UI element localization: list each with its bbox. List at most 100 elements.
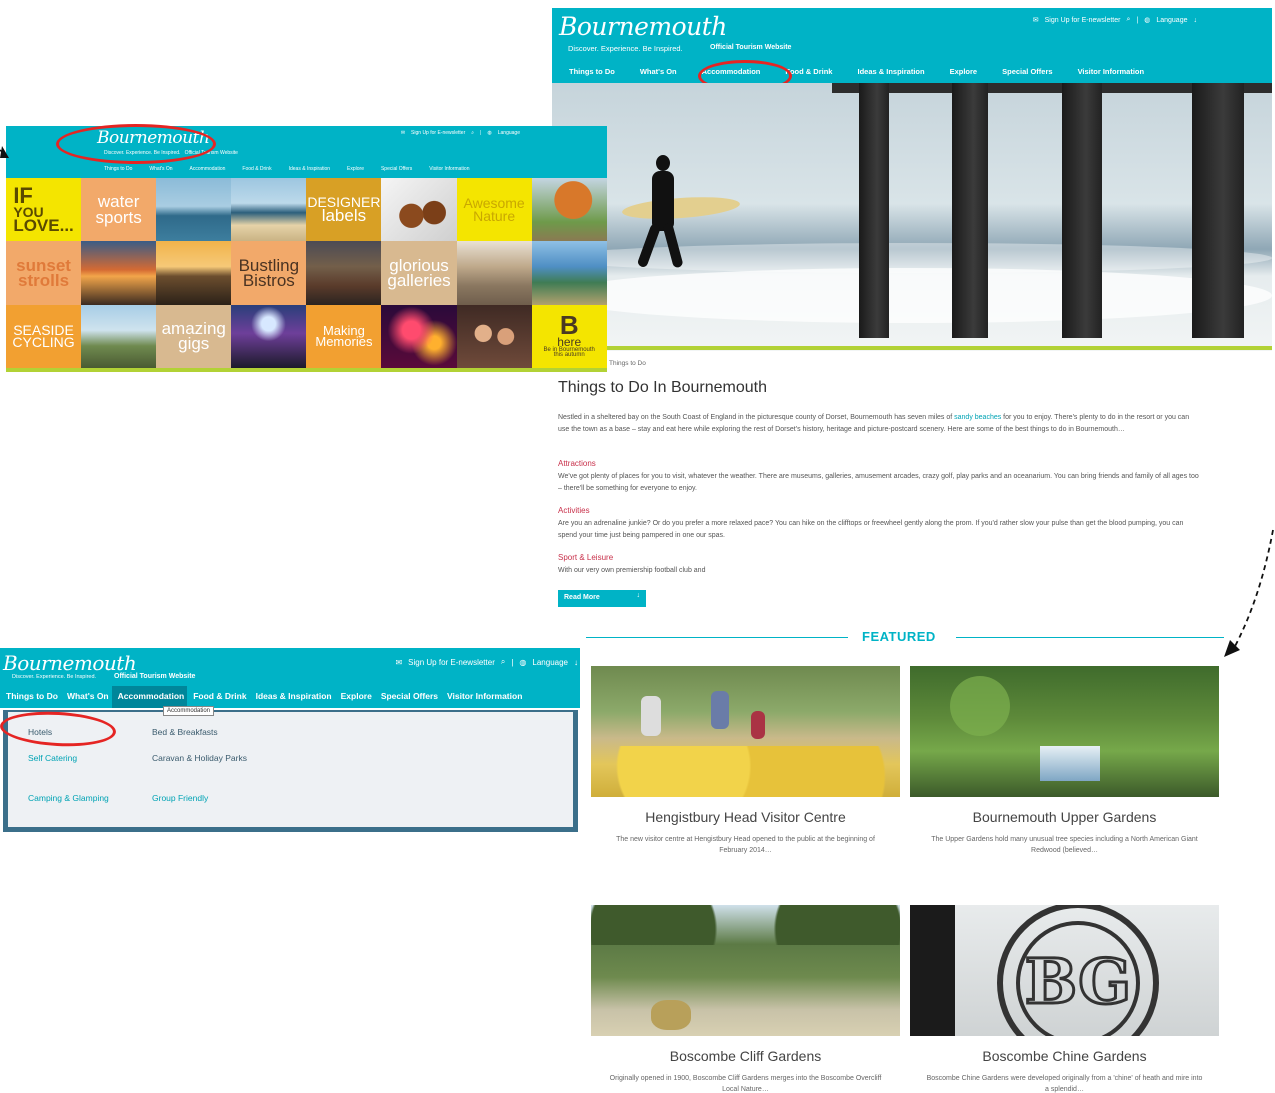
- nav-special-offers[interactable]: Special Offers: [375, 686, 441, 708]
- search-icon[interactable]: ⌕: [501, 657, 505, 667]
- promo-tile[interactable]: amazing gigs: [156, 304, 232, 368]
- language-select[interactable]: Language: [1156, 17, 1187, 24]
- promo-tile[interactable]: glorious galleries: [381, 241, 457, 305]
- divider: |: [511, 657, 514, 667]
- section-heading[interactable]: Attractions: [558, 459, 596, 468]
- photo-tile[interactable]: [456, 241, 532, 305]
- photo-tile[interactable]: [531, 241, 607, 305]
- card-title[interactable]: Boscombe Chine Gardens: [910, 1048, 1219, 1064]
- sandy-beaches-link[interactable]: sandy beaches: [954, 414, 1001, 421]
- promo-tile[interactable]: water sports: [81, 178, 157, 242]
- card-title[interactable]: Bournemouth Upper Gardens: [910, 809, 1219, 825]
- read-more-button[interactable]: Read More ↓: [558, 590, 646, 607]
- menu-item-camping[interactable]: Camping & Glamping: [28, 792, 109, 805]
- card-title[interactable]: Hengistbury Head Visitor Centre: [591, 809, 900, 825]
- nav-food-drink[interactable]: Food & Drink: [187, 686, 249, 708]
- nav-visitor-info[interactable]: Visitor Information: [429, 166, 469, 172]
- photo-tile[interactable]: [381, 304, 457, 368]
- language-select[interactable]: Language: [498, 130, 520, 136]
- bournemouth-logo[interactable]: Bournemouth: [3, 651, 137, 675]
- tagline: Discover. Experience. Be Inspired.: [568, 44, 683, 53]
- svg-text:BG: BG: [1025, 945, 1132, 1018]
- newsletter-link[interactable]: Sign Up for E-newsletter: [411, 130, 465, 136]
- featured-card[interactable]: Boscombe Cliff Gardens Originally opened…: [591, 905, 900, 1093]
- nav-accommodation[interactable]: Accommodation: [190, 166, 226, 172]
- featured-card[interactable]: Hengistbury Head Visitor Centre The new …: [591, 666, 900, 857]
- photo-tile[interactable]: [456, 304, 532, 368]
- nav-visitor-info[interactable]: Visitor Information: [441, 686, 525, 708]
- nav-food-drink[interactable]: Food & Drink: [785, 67, 832, 76]
- menu-item-caravan[interactable]: Caravan & Holiday Parks: [152, 752, 247, 765]
- photo-tile[interactable]: [81, 241, 157, 305]
- promo-tile[interactable]: IF YOU LOVE...: [6, 178, 82, 242]
- card-image[interactable]: BG: [910, 905, 1219, 1036]
- menu-item-bnb[interactable]: Bed & Breakfasts: [152, 726, 218, 739]
- tile-text: strolls: [18, 270, 70, 290]
- intro-paragraph: Nestled in a sheltered bay on the South …: [558, 414, 1190, 434]
- nav-explore[interactable]: Explore: [335, 686, 375, 708]
- section-heading[interactable]: Activities: [558, 506, 590, 515]
- breadcrumb[interactable]: Things to Do: [609, 360, 646, 367]
- nav-food-drink[interactable]: Food & Drink: [242, 166, 271, 172]
- card-image[interactable]: [591, 905, 900, 1036]
- hero-image: [552, 83, 1272, 351]
- divider: |: [480, 130, 482, 136]
- photo-tile[interactable]: [531, 178, 607, 242]
- card-image[interactable]: [591, 666, 900, 797]
- tile-text: IF: [13, 182, 33, 208]
- promo-tile[interactable]: Bhere Be in Bournemouth this autumn: [531, 304, 607, 368]
- featured-card[interactable]: Bournemouth Upper Gardens The Upper Gard…: [910, 666, 1219, 857]
- nav-whats-on[interactable]: What's On: [61, 686, 112, 708]
- nav-accommodation[interactable]: Accommodation: [111, 686, 188, 708]
- search-icon[interactable]: ⌕: [471, 130, 474, 136]
- newsletter-link[interactable]: Sign Up for E-newsletter: [408, 658, 495, 667]
- promo-tile[interactable]: SEASIDE CYCLING: [6, 304, 82, 368]
- newsletter-link[interactable]: Sign Up for E-newsletter: [1045, 17, 1121, 24]
- main-nav: Things to Do What's On Accommodation Foo…: [104, 166, 469, 172]
- photo-tile[interactable]: [231, 178, 307, 242]
- bournemouth-logo[interactable]: Bournemouth: [97, 128, 210, 148]
- photo-tile[interactable]: [381, 178, 457, 242]
- promo-tile[interactable]: DESIGNER labels: [306, 178, 382, 242]
- globe-icon: ◍: [519, 657, 527, 667]
- utility-bar: ✉ Sign Up for E-newsletter ⌕ | ◍ Languag…: [395, 657, 578, 667]
- nav-whats-on[interactable]: What's On: [640, 67, 677, 76]
- search-icon[interactable]: ⌕: [1126, 16, 1130, 24]
- photo-tile[interactable]: [156, 241, 232, 305]
- things-to-do-page: Bournemouth Discover. Experience. Be Ins…: [552, 8, 1272, 1093]
- photo-tile[interactable]: [156, 178, 232, 242]
- nav-accommodation[interactable]: Accommodation: [702, 67, 761, 76]
- nav-ideas[interactable]: Ideas & Inspiration: [250, 686, 335, 708]
- nav-visitor-info[interactable]: Visitor Information: [1078, 67, 1145, 76]
- chevron-down-icon: ↓: [574, 657, 578, 667]
- promo-tile[interactable]: Bustling Bistros: [231, 241, 307, 305]
- section-heading[interactable]: Sport & Leisure: [558, 553, 613, 562]
- featured-card[interactable]: BG Boscombe Chine Gardens Boscombe Chine…: [910, 905, 1219, 1093]
- language-select[interactable]: Language: [532, 658, 568, 667]
- menu-item-self-catering[interactable]: Self Catering: [28, 752, 77, 765]
- nav-ideas[interactable]: Ideas & Inspiration: [289, 166, 330, 172]
- promo-tile[interactable]: sunset strolls: [6, 241, 82, 305]
- tile-text: Bistros: [242, 270, 295, 290]
- promo-tile[interactable]: Awesome Nature: [456, 178, 532, 242]
- chevron-down-icon: ↓: [1193, 16, 1198, 24]
- card-title[interactable]: Boscombe Cliff Gardens: [591, 1048, 900, 1064]
- nav-whats-on[interactable]: What's On: [149, 166, 172, 172]
- photo-tile[interactable]: [81, 304, 157, 368]
- nav-things-to-do[interactable]: Things to Do: [104, 166, 132, 172]
- bournemouth-logo[interactable]: Bournemouth: [559, 12, 727, 41]
- nav-things-to-do[interactable]: Things to Do: [569, 67, 615, 76]
- nav-ideas[interactable]: Ideas & Inspiration: [857, 67, 924, 76]
- photo-tile[interactable]: [231, 304, 307, 368]
- nav-explore[interactable]: Explore: [347, 166, 364, 172]
- menu-item-hotels[interactable]: Hotels: [28, 726, 52, 739]
- nav-explore[interactable]: Explore: [950, 67, 978, 76]
- nav-special-offers[interactable]: Special Offers: [381, 166, 412, 172]
- photo-tile[interactable]: [306, 241, 382, 305]
- nav-things-to-do[interactable]: Things to Do: [0, 686, 61, 708]
- promo-tile[interactable]: Making Memories: [306, 304, 382, 368]
- page-title: Things to Do In Bournemouth: [558, 379, 768, 396]
- card-image[interactable]: [910, 666, 1219, 797]
- nav-special-offers[interactable]: Special Offers: [1002, 67, 1052, 76]
- menu-item-group[interactable]: Group Friendly: [152, 792, 208, 805]
